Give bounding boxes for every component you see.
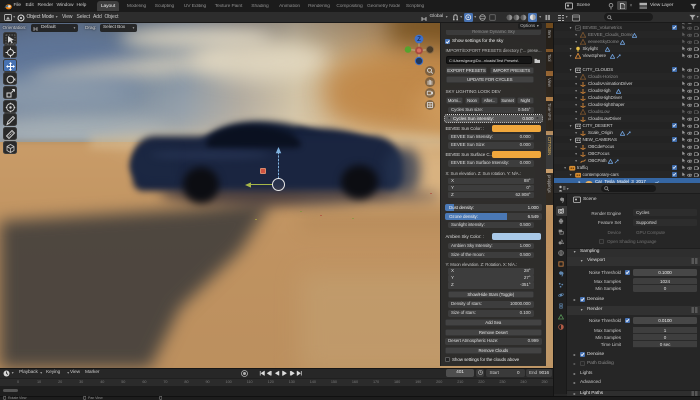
svg-text:Z: Z: [417, 37, 421, 43]
